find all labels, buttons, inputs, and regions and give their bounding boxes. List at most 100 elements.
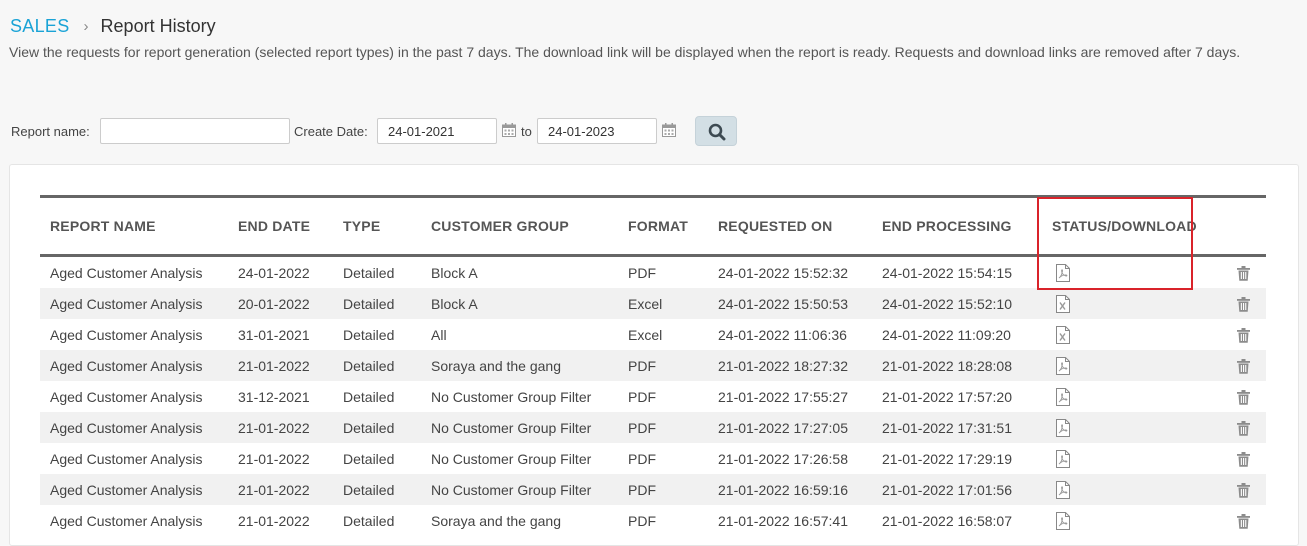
calendar-icon[interactable] [662,123,676,137]
pdf-file-icon[interactable] [1052,263,1197,282]
trash-icon[interactable] [1237,481,1250,498]
cell-customer-group: Soraya and the gang [421,350,618,381]
trash-icon[interactable] [1237,388,1250,405]
cell-format: PDF [628,450,656,467]
table-row: Aged Customer Analysis 31-01-2021 Detailed… [40,319,1266,350]
filter-bar: Report name: Create Date: to [0,116,760,148]
status-download-cell [1042,474,1197,505]
cell-end-date: 21-01-2022 [228,350,333,381]
header-status-download[interactable]: STATUS/DOWNLOAD [1042,196,1197,257]
cell-end-processing: 21-01-2022 18:28:08 [872,350,1042,381]
pdf-file-icon[interactable] [1052,449,1197,468]
pdf-file-icon[interactable] [1052,418,1197,437]
from-date-input[interactable] [377,118,497,144]
cell-requested-on: 24-01-2022 11:06:36 [718,326,847,343]
cell-report-name: Aged Customer Analysis [50,450,203,467]
cell-end-processing: 21-01-2022 17:57:20 [882,388,1012,405]
cell-customer-group: Soraya and the gang [431,512,561,529]
table-row: Aged Customer Analysis 21-01-2022 Detailed… [40,350,1266,381]
status-download-cell [1042,381,1197,412]
cell-report-name: Aged Customer Analysis [50,388,203,405]
pdf-file-icon[interactable] [1052,356,1197,375]
cell-requested-on: 24-01-2022 15:52:32 [718,264,848,281]
cell-customer-group: No Customer Group Filter [421,474,618,505]
cell-report-name: Aged Customer Analysis [40,412,228,443]
cell-report-name: Aged Customer Analysis [40,288,228,319]
header-format[interactable]: FORMAT [618,196,708,257]
cell-end-date: 31-12-2021 [238,388,310,405]
header-end-processing[interactable]: END PROCESSING [872,196,1042,257]
header-report-name[interactable]: REPORT NAME [40,196,228,257]
cell-format: PDF [628,512,656,529]
cell-requested-on: 21-01-2022 17:27:05 [708,412,872,443]
trash-icon[interactable] [1237,295,1250,312]
calendar-icon[interactable] [502,123,516,137]
cell-customer-group: Block A [431,264,478,281]
breadcrumb-sales-link[interactable]: SALES [10,16,70,36]
table-row: Aged Customer Analysis 21-01-2022 Detailed… [40,474,1266,505]
status-download-cell [1042,443,1197,474]
status-download-cell [1042,288,1197,319]
cell-end-date: 20-01-2022 [228,288,333,319]
create-date-label: Create Date: [294,124,368,139]
cell-end-processing: 21-01-2022 16:58:07 [882,512,1012,529]
cell-end-date: 31-01-2021 [238,326,310,343]
header-end-date[interactable]: END DATE [228,196,333,257]
trash-icon[interactable] [1237,419,1250,436]
cell-end-processing: 21-01-2022 17:01:56 [872,474,1042,505]
trash-icon[interactable] [1237,450,1250,467]
cell-type: Detailed [343,512,395,529]
report-history-panel: REPORT NAME END DATE TYPE CUSTOMER GROUP… [9,164,1299,546]
cell-customer-group: No Customer Group Filter [421,412,618,443]
cell-format: PDF [628,264,656,281]
to-date-input[interactable] [537,118,657,144]
page-description: View the requests for report generation … [9,44,1241,60]
pdf-file-icon[interactable] [1052,511,1197,530]
header-requested-on[interactable]: REQUESTED ON [708,196,872,257]
cell-type: Detailed [343,326,395,343]
excel-file-icon[interactable] [1052,325,1197,344]
cell-customer-group: No Customer Group Filter [431,450,592,467]
header-type[interactable]: TYPE [333,196,421,257]
pdf-file-icon[interactable] [1052,480,1197,499]
search-button[interactable] [695,116,737,146]
table-header-row: REPORT NAME END DATE TYPE CUSTOMER GROUP… [40,196,1266,257]
table-row: Aged Customer Analysis 21-01-2022 Detailed… [40,505,1266,536]
table-row: Aged Customer Analysis 20-01-2022 Detailed… [40,288,1266,319]
header-customer-group[interactable]: CUSTOMER GROUP [421,196,618,257]
status-download-cell [1042,319,1197,350]
trash-icon[interactable] [1237,326,1250,343]
delete-cell [1197,256,1266,289]
cell-requested-on: 21-01-2022 17:26:58 [718,450,848,467]
cell-type: Detailed [333,412,421,443]
cell-type: Detailed [343,388,395,405]
cell-end-processing: 24-01-2022 15:54:15 [882,264,1012,281]
cell-format: PDF [628,388,656,405]
trash-icon[interactable] [1237,512,1250,529]
trash-icon[interactable] [1237,357,1250,374]
cell-format: PDF [618,474,708,505]
cell-format: Excel [628,326,663,343]
pdf-file-icon[interactable] [1052,387,1197,406]
delete-cell [1196,288,1266,319]
cell-end-processing: 24-01-2022 11:09:20 [882,326,1011,343]
delete-cell [1196,350,1266,381]
cell-report-name: Aged Customer Analysis [50,512,203,529]
report-history-table: REPORT NAME END DATE TYPE CUSTOMER GROUP… [40,195,1266,536]
table-row: Aged Customer Analysis 21-01-2022 Detailed… [40,443,1266,474]
cell-end-processing: 24-01-2022 15:52:10 [872,288,1042,319]
cell-type: Detailed [333,288,421,319]
status-download-cell [1042,505,1197,536]
cell-customer-group: All [431,326,447,343]
excel-file-icon[interactable] [1052,294,1197,313]
cell-type: Detailed [333,474,421,505]
cell-customer-group: Block A [421,288,618,319]
cell-type: Detailed [343,264,395,281]
cell-type: Detailed [333,350,421,381]
report-name-input[interactable] [100,118,290,144]
trash-icon[interactable] [1237,264,1250,281]
cell-requested-on: 21-01-2022 16:57:41 [718,512,848,529]
cell-requested-on: 21-01-2022 16:59:16 [708,474,872,505]
cell-customer-group: No Customer Group Filter [431,388,592,405]
cell-end-processing: 21-01-2022 17:29:19 [882,450,1012,467]
